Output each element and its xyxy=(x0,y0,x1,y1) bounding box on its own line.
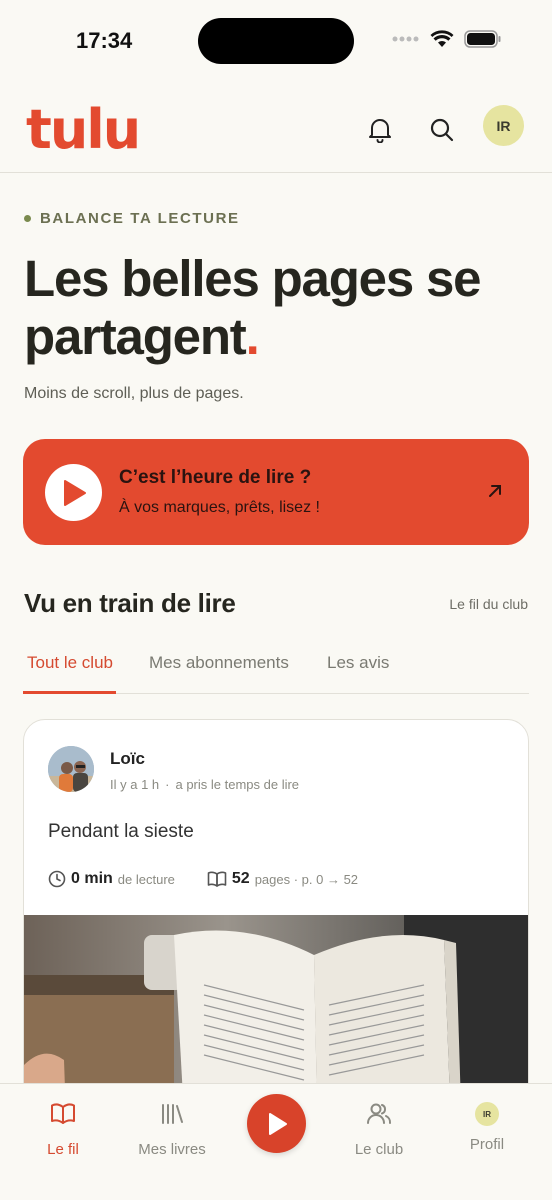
library-icon xyxy=(162,1104,183,1124)
feed-tabs: Tout le club Mes abonnements Les avis xyxy=(23,640,529,694)
nav-profile[interactable]: IR Profil xyxy=(437,1102,537,1153)
pages-count: 52 xyxy=(231,870,250,887)
post-text: Pendant la sieste xyxy=(48,821,194,842)
nav-profile-label: Profil xyxy=(469,1136,505,1153)
page-subtitle: Moins de scroll, plus de pages. xyxy=(24,385,244,402)
book-open-icon xyxy=(207,871,227,887)
tab-whole-club[interactable]: Tout le club xyxy=(27,653,113,673)
pages-label: pages · p. 0 → 52 xyxy=(254,871,359,887)
cta-title: C’est l’heure de lire ? xyxy=(119,467,312,488)
users-icon xyxy=(367,1103,391,1124)
search-button[interactable] xyxy=(422,110,462,150)
nav-play-button[interactable] xyxy=(247,1094,306,1153)
eyebrow-dot xyxy=(24,215,31,222)
start-reading-card[interactable]: C’est l’heure de lire ? À vos marques, p… xyxy=(23,439,529,545)
tab-subscriptions[interactable]: Mes abonnements xyxy=(149,653,289,673)
cta-subtitle: À vos marques, prêts, lisez ! xyxy=(119,499,320,516)
nav-feed-label: Le fil xyxy=(47,1141,79,1158)
search-icon xyxy=(430,118,454,142)
dynamic-island xyxy=(198,18,354,64)
svg-text:tulu: tulu xyxy=(26,100,139,156)
app-header: tulu IR xyxy=(0,84,552,173)
tab-reviews[interactable]: Les avis xyxy=(327,653,389,673)
bell-icon xyxy=(369,119,391,143)
tulu-logo[interactable]: tulu xyxy=(26,100,142,156)
book-open-icon xyxy=(51,1103,75,1124)
page-title-accent: . xyxy=(245,308,260,365)
play-icon xyxy=(268,1112,287,1135)
reading-time-stat: 0 min de lecture xyxy=(48,870,175,888)
page-title: Les belles pages se partagent. xyxy=(24,250,534,366)
nav-club[interactable]: Le club xyxy=(329,1102,429,1158)
nav-my-books[interactable]: Mes livres xyxy=(122,1102,222,1158)
author-name[interactable]: Loïc xyxy=(110,749,145,769)
notifications-button[interactable] xyxy=(360,110,400,150)
section-title: Vu en train de lire xyxy=(24,588,236,618)
clock-icon xyxy=(48,870,66,888)
active-tab-indicator xyxy=(23,691,116,694)
club-feed-link[interactable]: Le fil du club xyxy=(449,596,528,612)
play-icon xyxy=(63,479,86,506)
nav-club-label: Le club xyxy=(354,1141,404,1158)
arrow-up-right-icon xyxy=(489,485,501,497)
reading-minutes-label: de lecture xyxy=(117,871,175,887)
bottom-nav: Le fil Mes livres Le club IR Profil xyxy=(0,1083,552,1200)
profile-avatar[interactable]: IR xyxy=(483,105,524,146)
status-bar: 17:34 xyxy=(0,0,552,84)
signal-icon xyxy=(392,36,419,42)
nav-my-books-label: Mes livres xyxy=(138,1141,206,1158)
battery-icon xyxy=(464,30,501,48)
post-meta: Il y a 1 h · a pris le temps de lire xyxy=(110,777,300,792)
wifi-icon xyxy=(430,30,454,47)
nav-profile-avatar: IR xyxy=(475,1102,499,1126)
play-button[interactable] xyxy=(45,464,102,521)
status-icons xyxy=(392,30,502,48)
pages-stat: 52 pages · p. 0 → 52 xyxy=(207,870,358,888)
eyebrow: BALANCE TA LECTURE xyxy=(24,210,240,227)
reading-minutes: 0 min xyxy=(71,870,113,887)
nav-feed[interactable]: Le fil xyxy=(13,1102,113,1158)
post-time: Il y a 1 h xyxy=(110,777,160,792)
post-stats: 0 min de lecture 52 pages · p. 0 → 52 xyxy=(48,870,390,888)
author-avatar[interactable] xyxy=(48,746,94,792)
eyebrow-text: BALANCE TA LECTURE xyxy=(40,210,240,227)
post-action: a pris le temps de lire xyxy=(175,777,300,792)
status-time: 17:34 xyxy=(76,28,133,53)
